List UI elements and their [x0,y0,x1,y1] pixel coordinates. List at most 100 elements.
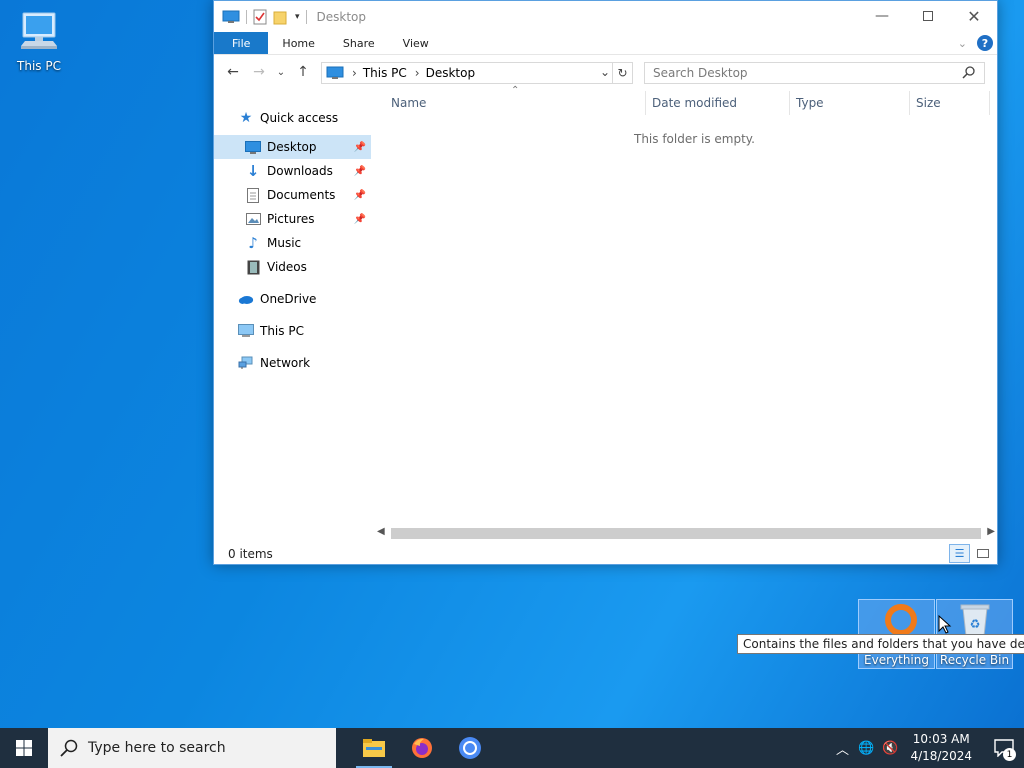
file-explorer-window[interactable]: ▾ Desktop — ✕ File Home Share View ⌄ ? ←… [213,0,998,565]
scroll-left-icon[interactable]: ◀ [377,526,385,537]
sidebar-item-videos[interactable]: Videos [214,255,371,279]
film-icon [245,259,261,275]
expand-ribbon-icon[interactable]: ⌄ [958,37,967,50]
sidebar-item-music[interactable]: ♪ Music [214,231,371,255]
title-bar[interactable]: ▾ Desktop — ✕ [214,1,997,32]
chevron-right-icon: › [414,66,420,80]
sidebar-item-desktop[interactable]: Desktop 📌 [214,135,371,159]
refresh-button[interactable]: ↻ [612,63,632,83]
network-globe-icon[interactable]: 🌐 [854,741,878,756]
minimize-icon: — [875,8,889,24]
scrollbar-thumb[interactable] [391,528,981,539]
show-hidden-icons-chevron-up-icon[interactable]: ︿ [830,739,854,758]
tab-file[interactable]: File [214,32,269,54]
recent-locations-button[interactable]: ⌄ [274,61,288,83]
music-note-icon: ♪ [248,234,258,252]
file-list[interactable]: ⌃ Name Date modified Type Size This fold… [374,85,997,527]
arrow-right-icon: → [253,64,265,80]
address-dropdown-icon[interactable]: ⌄ [600,65,610,79]
properties-icon[interactable] [253,9,267,25]
sidebar-item-downloads[interactable]: ↓ Downloads 📌 [214,159,371,183]
star-icon: ★ [239,110,253,126]
customize-toolbar-icon[interactable]: ▾ [295,12,300,22]
refresh-icon: ↻ [617,66,628,80]
taskbar-firefox[interactable] [398,728,446,768]
sidebar-item-this-pc[interactable]: This PC [214,319,371,343]
details-view-button[interactable]: ☰ [949,544,970,563]
sidebar-item-label: This PC [260,324,304,338]
desktop-icon-this-pc[interactable]: This PC [1,10,77,73]
back-button[interactable]: ← [222,61,244,83]
pin-icon[interactable]: 📌 [354,142,366,153]
column-divider[interactable] [645,91,646,115]
tab-view[interactable]: View [389,32,443,54]
clock[interactable]: 10:03 AM 4/18/2024 [910,731,972,765]
sidebar-item-label: Documents [267,188,336,202]
everything-search-icon [885,604,917,636]
clock-date: 4/18/2024 [910,749,972,763]
taskbar-file-explorer[interactable] [350,728,398,768]
minimize-button[interactable]: — [859,1,905,31]
new-folder-icon[interactable] [273,9,289,25]
tab-share[interactable]: Share [329,32,389,54]
column-size[interactable]: Size [916,96,941,110]
column-divider[interactable] [989,91,990,115]
sidebar-item-pictures[interactable]: Pictures 📌 [214,207,371,231]
volume-muted-icon[interactable]: 🔇 [878,741,902,756]
column-date-modified[interactable]: Date modified [652,96,737,110]
scroll-right-icon[interactable]: ▶ [987,526,995,537]
up-button[interactable]: ↑ [292,61,314,83]
empty-folder-message: This folder is empty. [634,132,755,146]
desktop-folder-icon [245,139,261,155]
computer-icon [238,323,254,339]
taskbar-search-box[interactable]: Type here to search [48,728,336,768]
network-icon [238,355,254,371]
pin-icon[interactable]: 📌 [354,214,366,225]
start-button[interactable] [0,728,48,768]
separator [305,9,307,24]
column-type[interactable]: Type [796,96,824,110]
taskbar-chrome[interactable] [446,728,494,768]
navigation-pane: ★ Quick access Desktop 📌 ↓ Downloads 📌 D… [214,101,371,541]
recycle-bin-icon: ♻ [960,604,990,637]
this-pc-label: This PC [17,59,61,73]
forward-button[interactable]: → [248,61,270,83]
sidebar-item-label: Desktop [267,140,317,154]
column-divider[interactable] [789,91,790,115]
action-center-button[interactable]: 1 [984,728,1024,768]
column-name[interactable]: Name [391,96,426,110]
search-icon [962,66,975,79]
search-icon [60,739,78,757]
horizontal-scrollbar[interactable]: ◀ ▶ [374,525,998,542]
ribbon-right: ⌄ ? [958,35,993,51]
chrome-icon [459,737,481,759]
maximize-button[interactable] [905,1,951,31]
taskbar: Type here to search ︿ 🌐 🔇 10:03 AM 4/18/… [0,728,1024,768]
firefox-icon [412,738,432,758]
breadcrumb-this-pc[interactable]: This PC [363,66,407,80]
cloud-icon [238,291,254,307]
help-icon[interactable]: ? [977,35,993,51]
sidebar-item-documents[interactable]: Documents 📌 [214,183,371,207]
pin-icon[interactable]: 📌 [354,166,366,177]
sidebar-item-network[interactable]: Network [214,351,371,375]
close-button[interactable]: ✕ [951,1,997,31]
large-icons-view-button[interactable] [972,544,993,563]
sidebar-item-onedrive[interactable]: OneDrive [214,287,371,311]
picture-icon [245,211,261,227]
sort-ascending-icon: ⌃ [511,85,520,96]
chevron-down-icon: ⌄ [276,66,286,78]
separator [246,9,247,24]
tab-home[interactable]: Home [268,32,328,54]
pin-icon[interactable]: 📌 [354,190,366,201]
column-divider[interactable] [909,91,910,115]
sidebar-item-label: Downloads [267,164,333,178]
svg-text:♻: ♻ [970,617,981,631]
address-bar[interactable]: › This PC › Desktop ⌄ ↻ [321,62,633,84]
sidebar-item-label: Network [260,356,311,370]
window-title: Desktop [316,9,367,24]
search-input[interactable]: Search Desktop [644,62,985,84]
breadcrumb-desktop[interactable]: Desktop [426,66,476,80]
sidebar-item-quick-access[interactable]: ★ Quick access [214,101,371,135]
recycle-bin-label: Recycle Bin [939,653,1010,667]
